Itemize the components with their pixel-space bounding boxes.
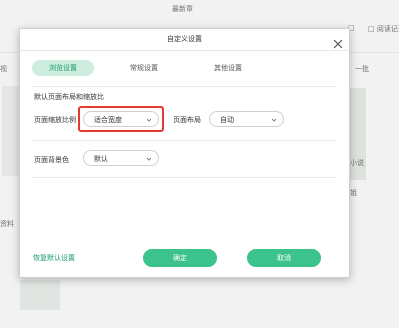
cancel-button[interactable]: 取消	[247, 249, 321, 267]
zoom-label: 页面缩放比例	[34, 116, 76, 124]
settings-tabs: 浏览设置 常规设置 其他设置	[32, 60, 337, 80]
tab-browse-settings[interactable]: 浏览设置	[32, 60, 94, 76]
section-title: 默认页面布局和缩放比	[34, 93, 104, 101]
zoom-select-value: 适合宽度	[94, 116, 122, 124]
bgcolor-label: 页面背景色	[34, 156, 69, 164]
layout-select-value: 自动	[220, 116, 234, 124]
dialog-title: 自定义设置	[20, 29, 349, 51]
zoom-select[interactable]: 适合宽度	[83, 111, 159, 127]
bgcolor-select[interactable]: 默认	[83, 150, 159, 166]
tab-divider	[32, 86, 337, 87]
restore-defaults-link[interactable]: 恢复默认设置	[33, 253, 75, 263]
custom-settings-dialog: 自定义设置 浏览设置 常规设置 其他设置 默认页面布局和缩放比 页面缩放比例 适…	[19, 28, 350, 278]
bgcolor-select-value: 默认	[94, 155, 108, 163]
chevron-down-icon	[272, 118, 276, 122]
chevron-down-icon	[147, 118, 151, 122]
row-divider-2	[32, 177, 337, 178]
tab-general-settings[interactable]: 常规设置	[124, 60, 164, 76]
tab-other-settings[interactable]: 其他设置	[208, 60, 248, 76]
row-divider-1	[32, 140, 337, 141]
chevron-down-icon	[147, 157, 151, 161]
ok-button[interactable]: 确定	[143, 249, 217, 267]
layout-label: 页面布局	[173, 116, 201, 124]
close-icon[interactable]	[333, 34, 343, 49]
layout-select[interactable]: 自动	[209, 111, 284, 127]
